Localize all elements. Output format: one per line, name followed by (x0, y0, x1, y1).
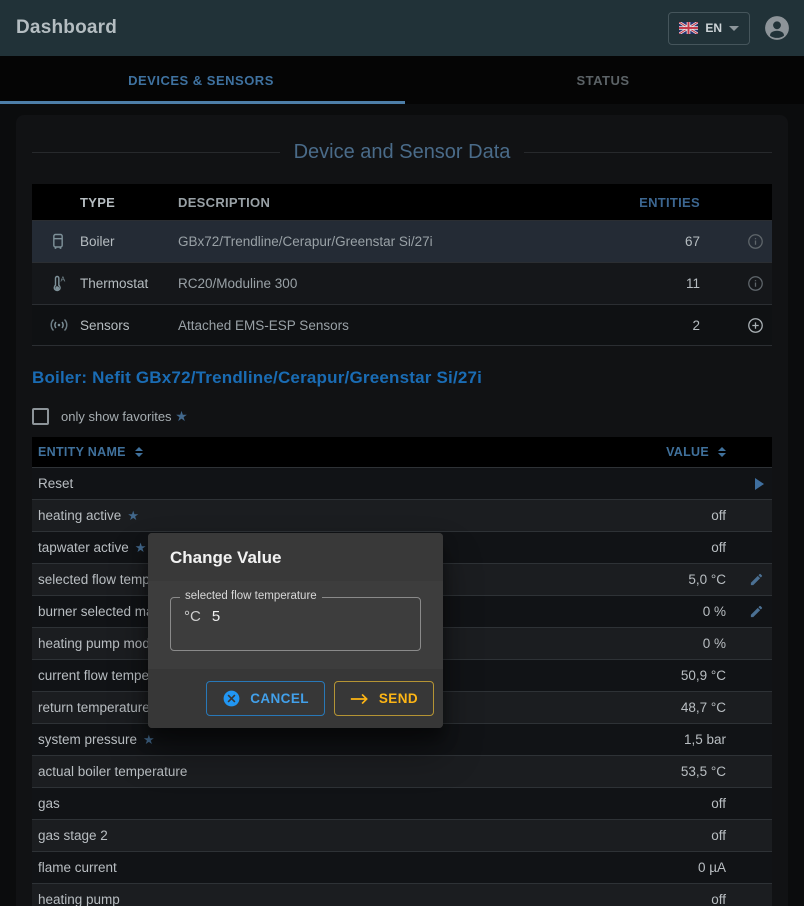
sort-icon (135, 447, 143, 457)
unit-adornment: °C (184, 608, 201, 625)
device-entities-count: 67 (630, 234, 700, 249)
boiler-heading: Boiler: Nefit GBx72/Trendline/Cerapur/Gr… (32, 368, 772, 388)
execute-command-icon[interactable] (755, 478, 764, 490)
add-circle-icon[interactable] (747, 317, 764, 334)
favorites-label: only show favorites ★ (61, 408, 188, 425)
app-bar: Dashboard EN (0, 0, 804, 56)
page-title: Dashboard (16, 17, 117, 39)
entity-table-header: ENTITY NAME VALUE (32, 437, 772, 467)
favorites-checkbox[interactable] (32, 408, 49, 425)
star-icon: ★ (135, 540, 147, 556)
sensors-icon (48, 314, 80, 336)
device-table-header: TYPE DESCRIPTION ENTITIES (32, 184, 772, 220)
entity-row[interactable]: gas stage 2 off (32, 819, 772, 851)
favorites-filter: only show favorites ★ (32, 408, 772, 425)
col-value[interactable]: VALUE (606, 445, 726, 459)
value-input-label: selected flow temperature (180, 590, 322, 602)
device-row-thermostat[interactable]: A Thermostat RC20/Moduline 300 11 (32, 262, 772, 304)
col-entities: ENTITIES (630, 195, 700, 210)
value-input[interactable]: selected flow temperature °C 5 (170, 597, 421, 651)
device-description: Attached EMS-ESP Sensors (178, 318, 630, 333)
star-icon: ★ (175, 408, 188, 424)
account-icon[interactable] (764, 15, 790, 41)
send-button[interactable]: SEND (334, 681, 434, 716)
section-title: Device and Sensor Data (32, 141, 772, 164)
entity-row[interactable]: gas off (32, 787, 772, 819)
device-entities-count: 2 (630, 318, 700, 333)
device-description: RC20/Moduline 300 (178, 276, 630, 291)
entity-row[interactable]: heating pump off (32, 883, 772, 906)
boiler-icon (48, 232, 80, 252)
entity-row[interactable]: actual boiler temperature 53,5 °C (32, 755, 772, 787)
star-icon: ★ (127, 508, 139, 524)
sort-icon (718, 447, 726, 457)
tab-bar: DEVICES & SENSORS STATUS (0, 56, 804, 104)
star-icon: ★ (143, 732, 155, 748)
edit-icon[interactable] (749, 572, 764, 587)
change-value-dialog: Change Value selected flow temperature °… (148, 533, 443, 728)
device-description: GBx72/Trendline/Cerapur/Greenstar Si/27i (178, 234, 630, 249)
info-icon[interactable] (747, 233, 764, 250)
tab-devices-sensors[interactable]: DEVICES & SENSORS (0, 56, 402, 104)
dialog-actions: CANCEL SEND (148, 669, 443, 728)
device-row-boiler[interactable]: Boiler GBx72/Trendline/Cerapur/Greenstar… (32, 220, 772, 262)
arrow-right-icon (350, 692, 370, 706)
tab-status[interactable]: STATUS (402, 56, 804, 104)
info-icon[interactable] (747, 275, 764, 292)
col-description: DESCRIPTION (178, 195, 630, 210)
edit-icon[interactable] (749, 604, 764, 619)
thermostat-icon: A (48, 274, 80, 294)
chevron-down-icon (729, 26, 739, 31)
value-input-text[interactable]: 5 (212, 608, 220, 625)
uk-flag-icon (679, 22, 698, 34)
entity-row[interactable]: Reset (32, 467, 772, 499)
device-entities-count: 11 (630, 276, 700, 291)
device-row-sensors[interactable]: Sensors Attached EMS-ESP Sensors 2 (32, 304, 772, 346)
language-selector[interactable]: EN (668, 12, 750, 45)
language-label: EN (705, 21, 722, 35)
svg-text:A: A (61, 275, 66, 283)
col-type: TYPE (80, 195, 178, 210)
col-entity-name[interactable]: ENTITY NAME (38, 445, 606, 459)
entity-row[interactable]: flame current 0 µA (32, 851, 772, 883)
device-type: Sensors (80, 318, 178, 333)
device-table: TYPE DESCRIPTION ENTITIES Boiler GBx72/T… (32, 184, 772, 346)
content-card: Device and Sensor Data TYPE DESCRIPTION … (16, 115, 788, 906)
entity-row[interactable]: heating active★ off (32, 499, 772, 531)
device-type: Boiler (80, 234, 178, 249)
active-tab-indicator (0, 101, 405, 104)
device-type: Thermostat (80, 276, 178, 291)
dialog-title: Change Value (148, 533, 443, 581)
cancel-icon (222, 689, 241, 708)
cancel-button[interactable]: CANCEL (206, 681, 325, 716)
